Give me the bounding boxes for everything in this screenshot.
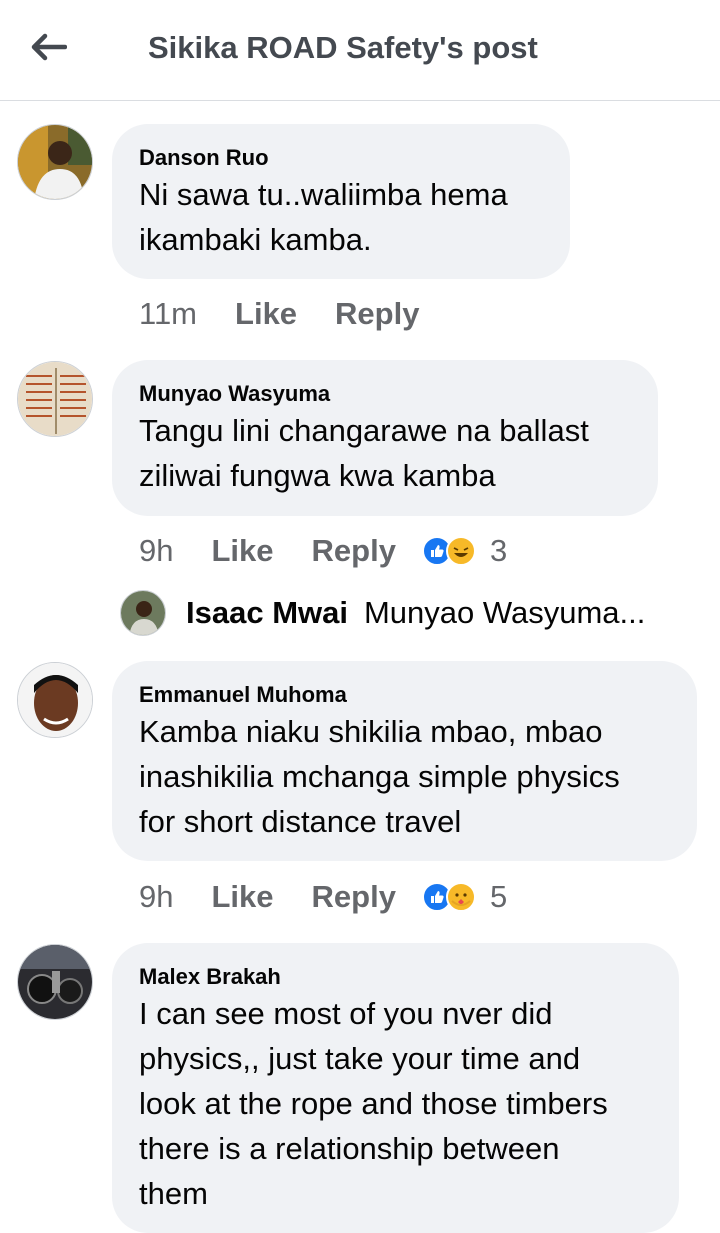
comment-text-line: Kamba niaku shikilia mbao, mbao xyxy=(139,714,603,749)
arrow-left-icon xyxy=(31,33,67,61)
like-button[interactable]: Like xyxy=(235,296,297,332)
comment-actions: 9h Like Reply 5 xyxy=(139,877,507,917)
avatar-malex-brakah[interactable] xyxy=(17,944,93,1020)
comment-author[interactable]: Malex Brakah xyxy=(139,963,651,991)
comment-time[interactable]: 11m xyxy=(139,296,197,332)
comment-bubble[interactable]: Munyao Wasyuma Tangu lini changarawe na … xyxy=(112,360,658,516)
reply-author[interactable]: Isaac Mwai xyxy=(186,595,348,631)
comment-actions: 11m Like Reply xyxy=(139,294,457,334)
comment-text-line: there is a relationship between xyxy=(139,1131,560,1166)
like-button[interactable]: Like xyxy=(211,533,273,569)
comment-text-line: Ni sawa tu..waliimba hema xyxy=(139,177,508,212)
avatar-emmanuel-muhoma[interactable] xyxy=(17,662,93,738)
reactions-summary[interactable]: 5 xyxy=(421,879,508,915)
comment-time[interactable]: 9h xyxy=(139,879,173,915)
comment-author[interactable]: Munyao Wasyuma xyxy=(139,380,630,408)
comment-text-line: ziliwai fungwa kwa kamba xyxy=(139,458,496,493)
reply-button[interactable]: Reply xyxy=(335,296,419,332)
like-button[interactable]: Like xyxy=(211,879,273,915)
care-reaction-icon xyxy=(445,882,476,912)
reactions-summary[interactable]: 3 xyxy=(421,533,508,569)
reply-text-preview: Munyao Wasyuma... xyxy=(363,595,646,630)
avatar-isaac-mwai[interactable] xyxy=(120,590,166,636)
avatar-munyao-wasyuma[interactable] xyxy=(17,361,93,437)
comment-text-line: I can see most of you nver did xyxy=(139,996,553,1031)
comment-bubble[interactable]: Emmanuel Muhoma Kamba niaku shikilia mba… xyxy=(112,661,697,861)
page-title: Sikika ROAD Safety's post xyxy=(148,30,538,65)
comment-text-line: for short distance travel xyxy=(139,804,462,839)
comment-bubble[interactable]: Malex Brakah I can see most of you nver … xyxy=(112,943,679,1233)
reaction-count: 3 xyxy=(489,533,508,568)
reply-preview[interactable]: Isaac Mwai Munyao Wasyuma... xyxy=(120,588,645,638)
comment-author[interactable]: Danson Ruo xyxy=(139,144,542,172)
comment-text-line: Tangu lini changarawe na ballast xyxy=(139,413,589,448)
comment-text-line: them xyxy=(139,1176,208,1211)
comment-text-line: physics,, just take your time and xyxy=(139,1041,581,1076)
reaction-count: 5 xyxy=(489,879,508,914)
comment-bubble[interactable]: Danson Ruo Ni sawa tu..waliimba hema ika… xyxy=(112,124,570,279)
comment-time[interactable]: 9h xyxy=(139,533,173,569)
laugh-reaction-icon xyxy=(445,536,476,566)
reply-button[interactable]: Reply xyxy=(312,533,396,569)
reply-button[interactable]: Reply xyxy=(312,879,396,915)
comment-text-line: look at the rope and those timbers xyxy=(139,1086,608,1121)
comment-actions: 9h Like Reply 3 xyxy=(139,531,507,571)
comment-text-line: ikambaki kamba. xyxy=(139,222,372,257)
comment-text-line: inashikilia mchanga simple physics xyxy=(139,759,620,794)
top-bar: Sikika ROAD Safety's post xyxy=(0,0,720,101)
back-button[interactable] xyxy=(28,30,68,64)
avatar-danson-ruo[interactable] xyxy=(17,124,93,200)
comment-author[interactable]: Emmanuel Muhoma xyxy=(139,681,669,709)
